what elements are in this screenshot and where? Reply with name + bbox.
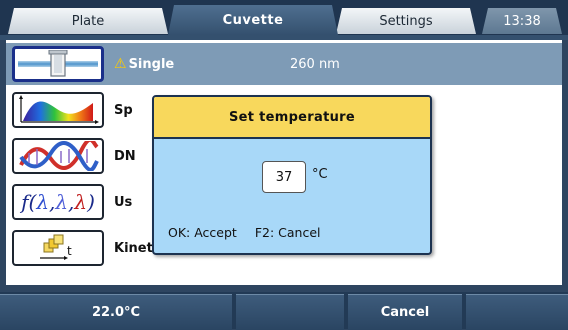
- app-label-single: ⚠ Single: [114, 56, 174, 72]
- kinetic-button[interactable]: t: [12, 230, 104, 266]
- cancel-label: Cancel: [380, 305, 430, 320]
- svg-text:t: t: [67, 244, 72, 258]
- cancel-hint: F2: Cancel: [254, 225, 321, 240]
- dialog-hints: OK: Accept F2: Cancel: [168, 225, 335, 240]
- set-temperature-dialog: Set temperature 37 °C OK: Accept F2: Can…: [152, 95, 432, 255]
- wavelength-value: 260 nm: [290, 56, 340, 72]
- tab-settings-label: Settings: [379, 13, 433, 29]
- spectrum-button[interactable]: [12, 92, 104, 128]
- temperature-input[interactable]: 37: [262, 161, 306, 193]
- tab-plate-label: Plate: [71, 13, 105, 29]
- clock-display: 13:38: [482, 8, 562, 34]
- app-label-spectrum: Sp: [114, 102, 133, 118]
- tab-plate[interactable]: Plate: [8, 8, 168, 34]
- f1-temperature-button[interactable]: 22.0°C: [0, 294, 232, 330]
- dna-helix-icon: [19, 141, 99, 171]
- f1-label: 22.0°C: [91, 305, 141, 320]
- single-button[interactable]: [12, 46, 104, 82]
- function-key-bar: 22.0°C Cancel: [0, 292, 568, 330]
- tab-cuvette[interactable]: Cuvette: [168, 5, 338, 35]
- tab-cuvette-label: Cuvette: [222, 12, 284, 28]
- tab-bar: Plate Settings 13:38 Cuvette: [0, 0, 568, 40]
- temperature-unit: °C: [312, 167, 328, 182]
- app-label-user: Us: [114, 194, 133, 210]
- warning-icon: ⚠: [114, 56, 127, 72]
- kinetic-icon: t: [40, 234, 72, 260]
- user-function-button[interactable]: f(λ,λ,λ): [12, 184, 104, 220]
- dna-button[interactable]: [12, 138, 104, 174]
- dialog-title: Set temperature: [154, 97, 430, 139]
- cuvette-icon: [18, 50, 98, 77]
- ok-hint: OK: Accept: [168, 225, 237, 240]
- clock-time: 13:38: [503, 13, 541, 29]
- app-label-single-text: Single: [128, 57, 175, 72]
- spectrum-icon: [19, 95, 99, 124]
- f2-button[interactable]: [236, 294, 344, 330]
- f4-button[interactable]: [466, 294, 568, 330]
- cancel-button[interactable]: Cancel: [348, 294, 462, 330]
- user-function-icon: f(λ,λ,λ): [21, 190, 95, 214]
- app-label-dna: DN: [114, 148, 136, 164]
- tab-settings[interactable]: Settings: [336, 8, 476, 34]
- app-row-single[interactable]: ⚠ Single 260 nm: [6, 43, 562, 85]
